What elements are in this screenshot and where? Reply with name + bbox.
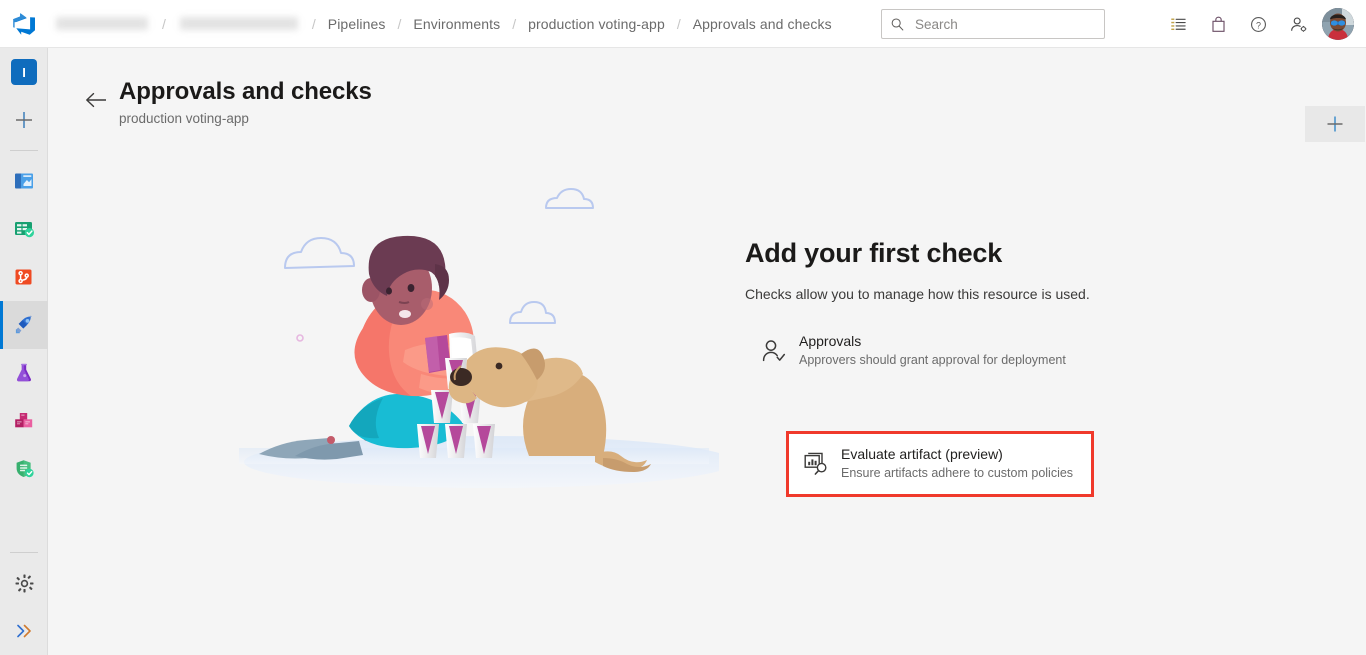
check-option-text: Evaluate artifact (preview) Ensure artif… <box>841 446 1073 482</box>
breadcrumb-item-organization[interactable] <box>56 17 148 30</box>
zero-state-title: Add your first check <box>745 238 1003 268</box>
sidebar-item-artifacts[interactable] <box>0 397 48 445</box>
sidebar-bottom-group <box>0 546 48 655</box>
check-option-approvals[interactable]: Approvals Approvers should grant approva… <box>745 328 1165 374</box>
header-icon-group: ? <box>1158 0 1358 48</box>
breadcrumb-separator: / <box>512 15 517 32</box>
search-box[interactable] <box>881 9 1105 39</box>
advanced-security-icon <box>16 460 34 478</box>
check-option-text: Approvals Approvers should grant approva… <box>799 333 1066 369</box>
help-question-icon[interactable]: ? <box>1238 4 1278 44</box>
breadcrumb-item-environment[interactable]: production voting-app <box>524 16 669 32</box>
sidebar-item-pipelines[interactable] <box>0 301 48 349</box>
artifacts-icon <box>15 413 33 428</box>
top-header: / / Pipelines / Environments / productio… <box>0 0 1366 48</box>
plus-icon <box>1327 116 1343 132</box>
overview-icon <box>15 173 33 189</box>
cloud-icon <box>284 237 355 269</box>
breadcrumb-separator: / <box>162 15 166 32</box>
sidebar-item-repos[interactable] <box>0 253 48 301</box>
breadcrumb-item-project[interactable] <box>179 17 298 30</box>
check-option-name: Evaluate artifact (preview) <box>841 446 1003 462</box>
pipelines-icon <box>15 315 32 334</box>
test-plans-icon <box>16 363 32 382</box>
page-subtitle: production voting-app <box>119 111 249 126</box>
breadcrumb: / / Pipelines / Environments / productio… <box>48 0 836 48</box>
sidebar-item-new[interactable] <box>0 96 48 144</box>
breadcrumb-separator: / <box>397 15 402 32</box>
sidebar-item-advanced-security[interactable] <box>0 445 48 493</box>
gear-icon <box>15 574 33 592</box>
svg-text:?: ? <box>1255 20 1260 30</box>
cloud-icon <box>509 301 556 324</box>
boards-icon <box>15 222 34 238</box>
sidebar-item-project-avatar[interactable]: I <box>0 48 48 96</box>
dot-decoration <box>296 334 304 342</box>
empty-state-illustration <box>199 178 734 518</box>
person-check-icon <box>757 338 791 364</box>
breadcrumb-item-environments[interactable]: Environments <box>409 16 504 32</box>
project-avatar: I <box>11 59 37 85</box>
page-content: Approvals and checks production voting-a… <box>49 48 1366 655</box>
check-option-name: Approvals <box>799 333 862 349</box>
search-input[interactable] <box>913 15 1096 33</box>
azure-devops-logo-icon[interactable] <box>0 0 48 48</box>
breadcrumb-separator: / <box>676 15 681 32</box>
user-avatar[interactable] <box>1322 8 1354 40</box>
page-header: Approvals and checks production voting-a… <box>49 72 1366 142</box>
sidebar-item-expand[interactable] <box>0 607 48 655</box>
sidebar-item-project-settings[interactable] <box>0 559 48 607</box>
sidebar-divider <box>9 150 38 151</box>
check-option-evaluate-artifact[interactable]: Evaluate artifact (preview) Ensure artif… <box>795 440 1085 488</box>
add-check-button[interactable] <box>1305 106 1365 142</box>
user-settings-icon[interactable] <box>1278 4 1318 44</box>
breadcrumb-item-pipelines[interactable]: Pipelines <box>324 16 390 32</box>
marketplace-bag-icon[interactable] <box>1198 4 1238 44</box>
check-option-description: Ensure artifacts adhere to custom polici… <box>841 466 1074 480</box>
sidebar-bottom-divider <box>10 552 38 553</box>
sidebar-item-overview[interactable] <box>0 157 48 205</box>
app-root: / / Pipelines / Environments / productio… <box>0 0 1366 655</box>
check-type-list: Approvals Approvers should grant approva… <box>745 328 1165 497</box>
breadcrumb-separator: / <box>311 15 316 32</box>
plus-icon <box>16 112 32 128</box>
check-option-description: Approvers should grant approval for depl… <box>799 353 1066 367</box>
back-arrow-icon[interactable] <box>82 86 110 114</box>
repos-icon <box>15 269 32 285</box>
artifact-evaluate-icon <box>799 451 833 477</box>
zero-state: Add your first check Checks allow you to… <box>745 238 1165 497</box>
task-list-icon[interactable] <box>1158 4 1198 44</box>
breadcrumb-item-approvals-and-checks[interactable]: Approvals and checks <box>689 16 836 32</box>
cloud-icon <box>545 188 594 209</box>
left-sidebar: I <box>0 48 48 655</box>
zero-state-subtitle: Checks allow you to manage how this reso… <box>745 286 1090 302</box>
sidebar-item-boards[interactable] <box>0 205 48 253</box>
page-title: Approvals and checks <box>119 78 372 105</box>
search-icon <box>890 17 905 32</box>
sidebar-item-test-plans[interactable] <box>0 349 48 397</box>
chevron-double-right-icon <box>17 624 31 638</box>
